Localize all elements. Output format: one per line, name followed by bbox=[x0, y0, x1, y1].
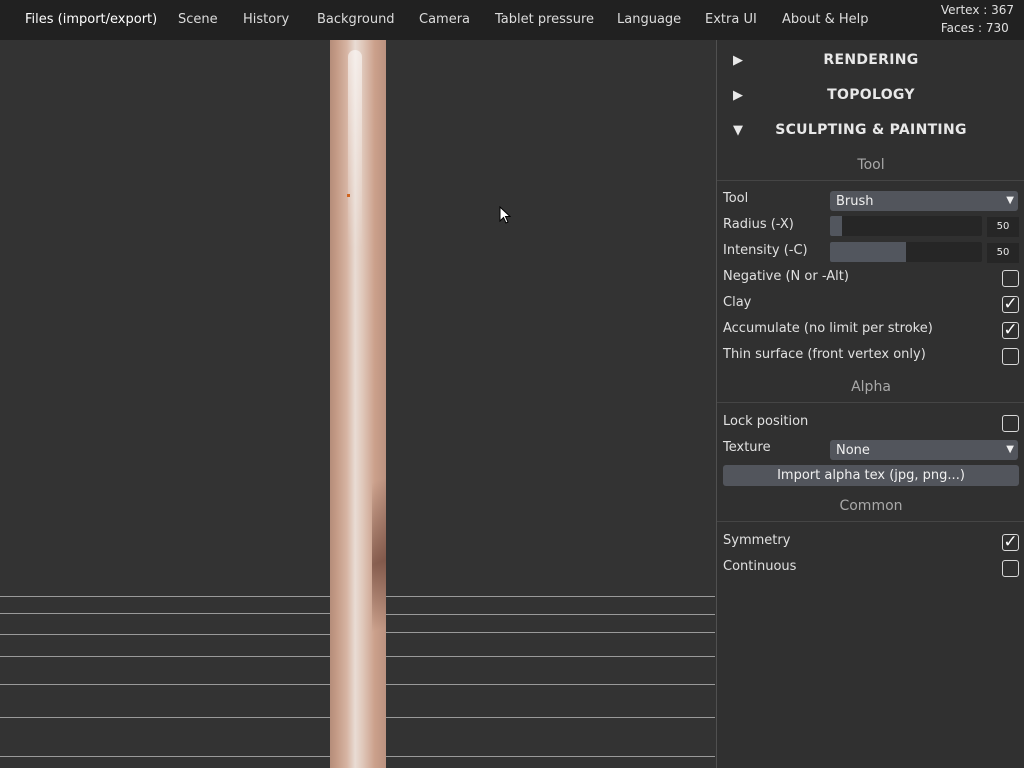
mesh-highlight bbox=[348, 50, 362, 250]
folder-topology[interactable]: ▶ TOPOLOGY bbox=[717, 78, 1024, 113]
menu-about-help[interactable]: About & Help bbox=[782, 0, 868, 40]
grid-line bbox=[0, 717, 330, 718]
radius-value[interactable]: 50 bbox=[987, 217, 1019, 237]
folder-sculpting-painting[interactable]: ▼ SCULPTING & PAINTING bbox=[717, 113, 1024, 148]
grid-line bbox=[0, 656, 330, 657]
menu-extra-ui[interactable]: Extra UI bbox=[705, 0, 757, 40]
side-panel: ▶ RENDERING ▶ TOPOLOGY ▼ SCULPTING & PAI… bbox=[716, 40, 1024, 768]
texture-select[interactable]: None ▼ bbox=[830, 440, 1018, 460]
top-menu-bar: Files (import/export) Scene History Back… bbox=[0, 0, 1024, 40]
negative-label: Negative (N or -Alt) bbox=[723, 269, 849, 284]
3d-viewport[interactable] bbox=[0, 40, 715, 768]
menu-scene[interactable]: Scene bbox=[178, 0, 218, 40]
tool-select[interactable]: Brush ▼ bbox=[830, 191, 1018, 211]
tool-select-value: Brush bbox=[836, 194, 874, 209]
grid-line bbox=[0, 756, 330, 757]
radius-slider-fill bbox=[830, 216, 843, 236]
accumulate-label: Accumulate (no limit per stroke) bbox=[723, 321, 933, 336]
faces-count: Faces : 730 bbox=[940, 21, 1009, 35]
clay-checkbox[interactable]: ✓ bbox=[1002, 296, 1019, 313]
menu-files[interactable]: Files (import/export) bbox=[25, 0, 157, 40]
accumulate-checkbox[interactable]: ✓ bbox=[1002, 322, 1019, 339]
folder-rendering-label: RENDERING bbox=[823, 52, 919, 68]
grid-line bbox=[386, 632, 715, 633]
folder-sculpting-label: SCULPTING & PAINTING bbox=[775, 122, 967, 138]
grid-line bbox=[386, 717, 715, 718]
negative-checkbox[interactable] bbox=[1002, 270, 1019, 287]
import-alpha-button[interactable]: Import alpha tex (jpg, png...) bbox=[723, 465, 1019, 486]
thin-surface-checkbox[interactable] bbox=[1002, 348, 1019, 365]
radius-slider[interactable] bbox=[830, 216, 982, 236]
radius-label: Radius (-X) bbox=[723, 217, 794, 232]
grid-line bbox=[0, 596, 330, 597]
mesh-stats: Vertex : 367 Faces : 730 bbox=[941, 1, 1014, 37]
grid-line bbox=[0, 634, 330, 635]
texture-select-value: None bbox=[836, 443, 870, 458]
menu-history[interactable]: History bbox=[243, 0, 289, 40]
intensity-slider-fill bbox=[830, 242, 906, 262]
thin-surface-label: Thin surface (front vertex only) bbox=[723, 347, 926, 362]
section-title-common: Common bbox=[839, 498, 903, 514]
divider bbox=[717, 180, 1024, 181]
divider bbox=[717, 402, 1024, 403]
grid-line bbox=[0, 684, 330, 685]
grid-line bbox=[386, 614, 715, 615]
folder-topology-label: TOPOLOGY bbox=[827, 87, 915, 103]
grid-line bbox=[386, 756, 715, 757]
clay-label: Clay bbox=[723, 295, 752, 310]
grid-line bbox=[386, 684, 715, 685]
tool-label: Tool bbox=[723, 191, 749, 206]
chevron-down-icon: ▼ bbox=[1006, 444, 1014, 455]
continuous-checkbox[interactable] bbox=[1002, 560, 1019, 577]
texture-label: Texture bbox=[723, 440, 771, 455]
intensity-label: Intensity (-C) bbox=[723, 243, 808, 258]
symmetry-label: Symmetry bbox=[723, 533, 791, 548]
section-title-alpha: Alpha bbox=[851, 379, 891, 395]
intensity-slider[interactable] bbox=[830, 242, 982, 262]
section-title-tool: Tool bbox=[857, 157, 885, 173]
mouse-cursor-icon bbox=[499, 206, 511, 224]
brush-point bbox=[347, 194, 350, 197]
menu-camera[interactable]: Camera bbox=[419, 0, 470, 40]
menu-background[interactable]: Background bbox=[317, 0, 395, 40]
lock-position-checkbox[interactable] bbox=[1002, 415, 1019, 432]
grid-line bbox=[0, 613, 330, 614]
grid-line bbox=[386, 596, 715, 597]
symmetry-checkbox[interactable]: ✓ bbox=[1002, 534, 1019, 551]
chevron-down-icon: ▼ bbox=[1006, 195, 1014, 206]
mesh-crease bbox=[372, 477, 386, 633]
menu-tablet-pressure[interactable]: Tablet pressure bbox=[495, 0, 594, 40]
divider bbox=[717, 521, 1024, 522]
lock-position-label: Lock position bbox=[723, 414, 809, 429]
continuous-label: Continuous bbox=[723, 559, 797, 574]
intensity-value[interactable]: 50 bbox=[987, 243, 1019, 263]
vertex-count: Vertex : 367 bbox=[940, 3, 1014, 17]
grid-line bbox=[386, 656, 715, 657]
folder-rendering[interactable]: ▶ RENDERING bbox=[717, 43, 1024, 78]
menu-language[interactable]: Language bbox=[617, 0, 681, 40]
